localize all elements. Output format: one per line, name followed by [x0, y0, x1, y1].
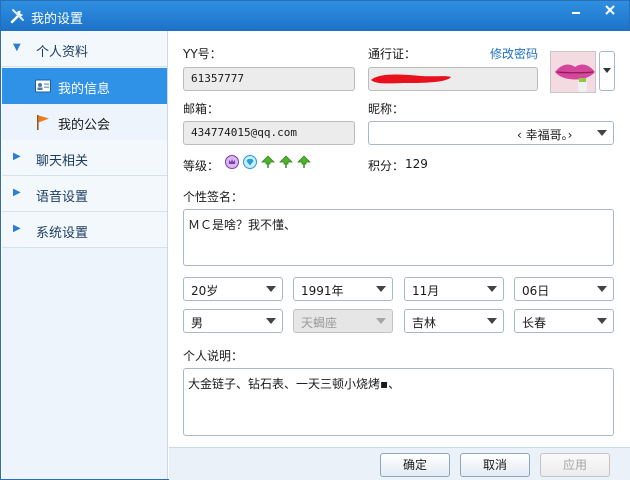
points-value: 129	[405, 157, 428, 171]
chevron-down-icon	[376, 318, 386, 324]
id-card-icon	[35, 79, 51, 93]
change-password-link[interactable]: 修改密码	[490, 45, 538, 62]
close-button[interactable]	[595, 1, 625, 23]
close-icon	[605, 5, 615, 15]
triangle-down-icon: ▼	[13, 42, 21, 53]
zodiac-value: 天蝎座	[301, 316, 338, 330]
chevron-down-icon	[487, 318, 497, 324]
gender-select[interactable]: 男	[183, 309, 283, 333]
sidebar-item-label: 我的公会	[58, 118, 111, 133]
profile-panel: YY号： 61357777 通行证： 修改密码 邮箱： 434774015@qq…	[169, 31, 630, 447]
gender-value: 男	[191, 316, 204, 330]
sidebar-group-voice[interactable]: ▶ 语音设置	[2, 176, 167, 212]
crown-badge-icon	[225, 155, 239, 169]
email-label: 邮箱：	[183, 102, 220, 116]
sidebar-item-label: 我的信息	[58, 82, 111, 97]
points-label: 积分：	[368, 159, 405, 173]
zodiac-select: 天蝎座	[293, 309, 393, 333]
birth-day-select[interactable]: 06日	[514, 277, 614, 301]
age-select[interactable]: 20岁	[183, 277, 283, 301]
signature-label: 个性签名：	[183, 190, 244, 204]
nickname-field[interactable]: ‹ 幸福哥｡›	[368, 121, 614, 145]
intro-label: 个人说明：	[183, 349, 244, 363]
birth-year-select[interactable]: 1991年	[293, 277, 393, 301]
sprout-badge-icon	[297, 155, 311, 168]
redaction-mark	[371, 74, 451, 84]
intro-input[interactable]: 大金链子、钻石表、一天三顿小烧烤▪、	[183, 368, 614, 436]
triangle-right-icon: ▶	[13, 223, 21, 234]
email-field: 434774015@qq.com	[183, 121, 355, 145]
diamond-badge-icon	[243, 155, 257, 169]
triangle-right-icon: ▶	[13, 151, 21, 162]
sprout-badge-icon	[279, 155, 293, 168]
sprout-badge-icon	[261, 155, 275, 168]
province-select[interactable]: 吉林	[404, 309, 504, 333]
dialog-footer: 确定 取消 应用	[169, 447, 630, 480]
chevron-down-icon	[597, 130, 607, 136]
tools-icon	[10, 9, 24, 24]
chevron-down-icon	[603, 68, 611, 73]
nickname-value: ‹ 幸福哥｡›	[517, 128, 573, 142]
settings-window: 我的设置 ▼ 个人资料 我的信息 我的公会 ▶ 聊天相关 ▶ 语音设置 ▶ 系统…	[0, 0, 630, 480]
yy-number-field: 61357777	[183, 67, 355, 91]
sidebar-group-label: 聊天相关	[36, 154, 89, 169]
chevron-down-icon	[266, 286, 276, 292]
nickname-label: 昵称：	[368, 102, 405, 116]
level-badges	[224, 154, 324, 172]
window-title: 我的设置	[31, 12, 84, 27]
sidebar-item-my-guild[interactable]: 我的公会	[2, 104, 167, 140]
birth-year-value: 1991年	[301, 284, 344, 298]
sidebar-group-label: 个人资料	[36, 45, 89, 60]
flag-icon	[37, 115, 49, 130]
sidebar-group-system[interactable]: ▶ 系统设置	[2, 212, 167, 248]
cancel-button[interactable]: 取消	[460, 453, 530, 477]
sidebar-group-profile[interactable]: ▼ 个人资料	[2, 31, 167, 67]
age-value: 20岁	[191, 284, 219, 298]
avatar[interactable]	[550, 51, 596, 93]
sidebar-item-my-info[interactable]: 我的信息	[2, 68, 167, 104]
city-value: 长春	[522, 316, 547, 330]
sidebar-group-chat[interactable]: ▶ 聊天相关	[2, 140, 167, 176]
yy-number-label: YY号：	[183, 47, 222, 61]
minimize-button[interactable]	[561, 1, 591, 23]
signature-input[interactable]: ＭＣ是啥？我不懂、	[183, 209, 614, 266]
lips-avatar-image	[551, 52, 595, 92]
birth-month-value: 11月	[412, 284, 440, 298]
sidebar-group-label: 系统设置	[36, 226, 89, 241]
city-select[interactable]: 长春	[514, 309, 614, 333]
sidebar-group-label: 语音设置	[36, 190, 89, 205]
chevron-down-icon	[376, 286, 386, 292]
chevron-down-icon	[266, 318, 276, 324]
level-label: 等级：	[183, 159, 220, 173]
birth-month-select[interactable]: 11月	[404, 277, 504, 301]
chevron-down-icon	[597, 318, 607, 324]
passport-label: 通行证：	[368, 47, 417, 61]
chevron-down-icon	[597, 286, 607, 292]
minimize-icon	[572, 12, 580, 14]
sidebar: ▼ 个人资料 我的信息 我的公会 ▶ 聊天相关 ▶ 语音设置 ▶ 系统设置	[2, 31, 168, 479]
avatar-dropdown-button[interactable]	[599, 51, 615, 91]
apply-button: 应用	[540, 453, 610, 477]
title-bar[interactable]: 我的设置	[1, 1, 629, 31]
birth-day-value: 06日	[522, 284, 550, 298]
passport-field	[368, 67, 538, 91]
triangle-right-icon: ▶	[13, 187, 21, 198]
chevron-down-icon	[487, 286, 497, 292]
ok-button[interactable]: 确定	[380, 453, 450, 477]
province-value: 吉林	[412, 316, 437, 330]
